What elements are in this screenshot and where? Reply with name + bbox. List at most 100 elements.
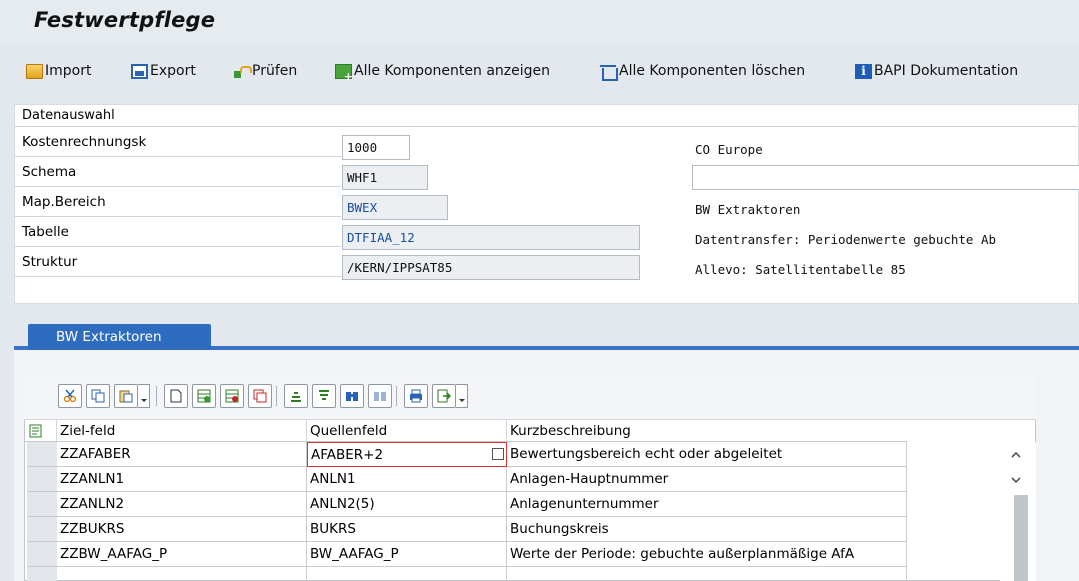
check-label: Prüfen: [252, 63, 298, 79]
insert-row-icon: [197, 389, 211, 403]
export-grid-button[interactable]: [432, 384, 456, 408]
delete-all-components-button[interactable]: Alle Komponenten löschen: [600, 60, 805, 82]
sort-ascending-icon: [291, 392, 301, 402]
column-header-source-field[interactable]: Quellenfeld: [307, 420, 507, 442]
controlling-area-description: CO Europe: [695, 142, 763, 157]
column-header-target-field[interactable]: Ziel-feld: [57, 420, 307, 442]
description-cell: Anlagenunternummer: [507, 492, 907, 517]
source-field-cell[interactable]: BW_AAFAG_P: [307, 542, 507, 567]
target-field-cell[interactable]: ZZANLN2: [57, 492, 307, 517]
select-all-button[interactable]: [25, 420, 57, 442]
table-field[interactable]: DTFIAA_12: [342, 225, 640, 250]
description-cell: [507, 567, 907, 581]
export-menu-dropdown[interactable]: [456, 384, 468, 408]
copy-icon: [91, 389, 105, 403]
controlling-area-label: Kostenrechnungsk: [15, 127, 341, 157]
copy-row-button[interactable]: [248, 384, 272, 408]
sort-descending-button[interactable]: [312, 384, 336, 408]
export-button[interactable]: Export: [131, 60, 196, 82]
document-icon: [170, 389, 182, 403]
row-selector[interactable]: [27, 492, 57, 517]
paste-menu-dropdown[interactable]: [138, 384, 150, 408]
scroll-up-icon[interactable]: [1011, 450, 1021, 460]
description-cell: Buchungskreis: [507, 517, 907, 542]
find-next-icon: [374, 392, 386, 401]
copy-button[interactable]: [86, 384, 110, 408]
bapi-documentation-label: BAPI Dokumentation: [874, 63, 1019, 79]
title-bar: Festwertpflege: [0, 0, 1079, 44]
source-field-cell[interactable]: ANLN2(5): [307, 492, 507, 517]
paste-button[interactable]: [114, 384, 138, 408]
show-all-components-label: Alle Komponenten anzeigen: [354, 63, 551, 79]
data-selection-header: Datenauswahl: [15, 105, 1078, 127]
value-help-icon[interactable]: [492, 448, 504, 460]
printer-icon: [410, 389, 422, 403]
copy-row-icon: [253, 389, 267, 403]
show-all-components-button[interactable]: Alle Komponenten anzeigen: [335, 60, 551, 83]
delete-row-button[interactable]: [220, 384, 244, 408]
source-field-cell[interactable]: BUKRS: [307, 517, 507, 542]
row-selector[interactable]: [27, 517, 57, 542]
map-area-field[interactable]: BWEX: [342, 195, 448, 220]
binoculars-icon: [346, 392, 358, 401]
description-cell: Anlagen-Hauptnummer: [507, 467, 907, 492]
structure-description: Allevo: Satellitentabelle 85: [695, 262, 906, 277]
structure-field[interactable]: /KERN/IPPSAT85: [342, 255, 640, 280]
target-field-cell[interactable]: [57, 567, 307, 581]
check-button[interactable]: Prüfen: [233, 60, 297, 82]
insert-row-button[interactable]: [192, 384, 216, 408]
window-title: Festwertpflege: [34, 8, 216, 32]
grid-toolbar: [24, 376, 1036, 420]
find-button[interactable]: [340, 384, 364, 408]
tab-bw-extractors[interactable]: BW Extraktoren: [28, 324, 211, 350]
bapi-documentation-button[interactable]: i BAPI Dokumentation: [855, 60, 1018, 82]
scroll-thumb[interactable]: [1014, 495, 1028, 581]
separator: [396, 386, 397, 406]
source-field-cell[interactable]: AFABER+2: [307, 442, 507, 467]
paste-icon: [119, 390, 133, 403]
target-field-cell[interactable]: ZZBW_AAFAG_P: [57, 542, 307, 567]
tab-strip: BW Extraktoren: [14, 322, 1079, 350]
sort-ascending-button[interactable]: [284, 384, 308, 408]
export-icon: [437, 389, 451, 403]
new-row-button[interactable]: [164, 384, 188, 408]
table-row[interactable]: ZZANLN2 ANLN2(5) Anlagenunternummer: [27, 492, 907, 517]
target-field-cell[interactable]: ZZANLN1: [57, 467, 307, 492]
delete-all-components-label: Alle Komponenten löschen: [619, 63, 806, 79]
schema-label: Schema: [15, 157, 341, 187]
scroll-down-icon[interactable]: [1011, 475, 1021, 485]
row-selector[interactable]: [27, 567, 57, 581]
cut-button[interactable]: [58, 384, 82, 408]
find-next-button[interactable]: [368, 384, 392, 408]
schema-field[interactable]: WHF1: [342, 165, 428, 190]
table-row[interactable]: ZZANLN1 ANLN1 Anlagen-Hauptnummer: [27, 467, 907, 492]
column-header-description[interactable]: Kurzbeschreibung: [507, 420, 907, 442]
data-selection-panel: Datenauswahl Kostenrechnungsk 1000 CO Eu…: [14, 104, 1079, 304]
save-icon: [131, 63, 148, 79]
source-field-cell[interactable]: [307, 567, 507, 581]
separator: [276, 386, 277, 406]
source-field-cell[interactable]: ANLN1: [307, 467, 507, 492]
scissors-icon: [63, 389, 77, 403]
target-field-cell[interactable]: ZZAFABER: [57, 442, 307, 467]
import-button[interactable]: Import: [26, 60, 91, 82]
row-selector[interactable]: [27, 467, 57, 492]
table-row[interactable]: ZZBUKRS BUKRS Buchungskreis: [27, 517, 907, 542]
folder-open-icon: [26, 63, 43, 79]
table-label: Tabelle: [15, 217, 341, 247]
table-row[interactable]: [27, 567, 907, 581]
import-label: Import: [45, 63, 92, 79]
row-selector[interactable]: [27, 442, 57, 467]
controlling-area-field[interactable]: 1000: [342, 135, 410, 160]
vertical-scrollbar[interactable]: [1000, 442, 1036, 581]
schema-description-field[interactable]: [692, 165, 1079, 190]
table-row[interactable]: ZZBW_AAFAG_P BW_AAFAG_P Werte der Period…: [27, 542, 907, 567]
check-icon: [233, 64, 252, 79]
row-selector[interactable]: [27, 542, 57, 567]
print-button[interactable]: [404, 384, 428, 408]
map-area-description: BW Extraktoren: [695, 202, 801, 217]
table-description: Datentransfer: Periodenwerte gebuchte Ab: [695, 232, 997, 247]
target-field-cell[interactable]: ZZBUKRS: [57, 517, 307, 542]
map-area-label: Map.Bereich: [15, 187, 341, 217]
table-row[interactable]: ZZAFABER AFABER+2 Bewertungsbereich echt…: [27, 442, 907, 467]
